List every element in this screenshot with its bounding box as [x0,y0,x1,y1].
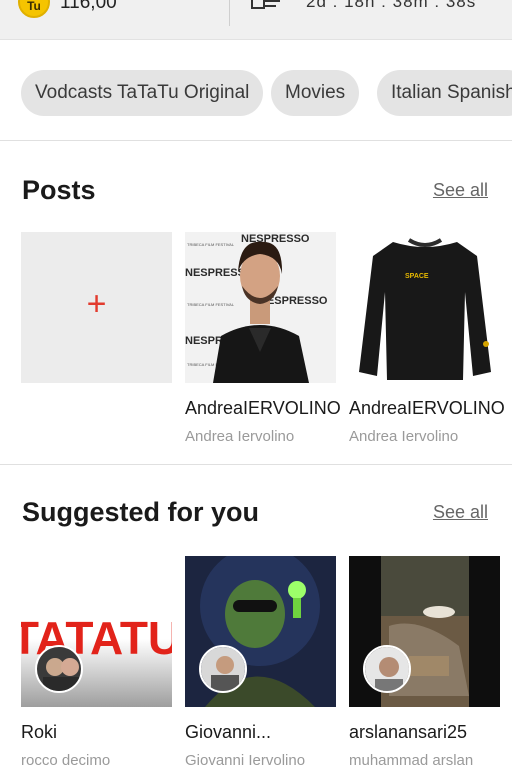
shirt-logo-text: SPACE [405,273,429,280]
post-thumbnail[interactable]: SPACE [349,232,500,383]
coin-label: Tu [27,0,41,13]
avatar[interactable] [363,645,411,693]
post-title[interactable]: AndreaIERVOLINO [185,398,345,419]
poster-text: NESPRESSO [241,233,310,245]
suggested-name[interactable]: Roki [21,722,181,743]
post-author: Andrea Iervolino [349,428,459,445]
post-card[interactable]: SPACE AndreaIERVOLINO Andrea Iervolino [349,232,505,445]
suggested-card[interactable]: Giovanni... Giovanni Iervolino [185,556,336,768]
suggested-name[interactable]: Giovanni... [185,722,345,743]
plus-icon[interactable]: + [21,284,172,324]
suggested-subtitle: rocco decimo [21,752,111,768]
posts-see-all-link[interactable]: See all [433,180,488,201]
section-divider [0,464,512,465]
chip-movies[interactable]: Movies [271,70,360,116]
suggested-cover[interactable]: TATATU [21,556,172,707]
avatar[interactable] [199,645,247,693]
post-card[interactable]: NESPRESSO NESPRESSO NESPRESSO NESPRESSO … [185,232,341,445]
post-title[interactable]: AndreaIERVOLINO [349,398,509,419]
suggested-subtitle: muhammad arslan [349,752,474,768]
countdown-timer: 2d : 18h : 38m : 38s [306,0,477,11]
suggested-see-all-link[interactable]: See all [433,502,488,523]
post-thumbnail[interactable]: NESPRESSO NESPRESSO NESPRESSO NESPRESSO … [185,232,336,383]
post-image-person: NESPRESSO NESPRESSO NESPRESSO NESPRESSO … [185,232,336,383]
category-chips: Vodcasts TaTaTu Original Movies Italian … [0,70,512,116]
add-post-card[interactable]: + [21,232,172,383]
suggested-name[interactable]: arslanansari25 [349,722,509,743]
hand-icon [251,0,280,9]
poster-text: TRIBECA FILM FESTIVAL [187,302,235,307]
suggested-title: Suggested for you [22,497,260,527]
suggested-cover[interactable] [185,556,336,707]
top-status-bar: Tu 116,00 2d : 18h : 38m : 38s [0,0,512,40]
chip-italian-spanish[interactable]: Italian Spanish [377,70,512,116]
section-divider [0,140,512,141]
suggested-card[interactable]: arslanansari25 muhammad arslan [349,556,500,768]
posts-title: Posts [22,175,96,205]
suggested-card[interactable]: TATATU Roki rocco decimo [21,556,172,768]
poster-text: TRIBECA FILM FESTIVAL [187,242,235,247]
coin-icon: Tu [18,0,50,18]
post-author: Andrea Iervolino [185,428,295,445]
post-image-sweatshirt: SPACE [349,232,500,383]
suggested-cover[interactable] [349,556,500,707]
chip-vodcasts[interactable]: Vodcasts TaTaTu Original [21,70,264,116]
suggested-subtitle: Giovanni Iervolino [185,752,306,768]
avatar[interactable] [35,645,83,693]
add-post-thumb[interactable]: + [21,232,172,383]
divider [229,0,230,26]
balance-value: 116,00 [60,0,117,13]
